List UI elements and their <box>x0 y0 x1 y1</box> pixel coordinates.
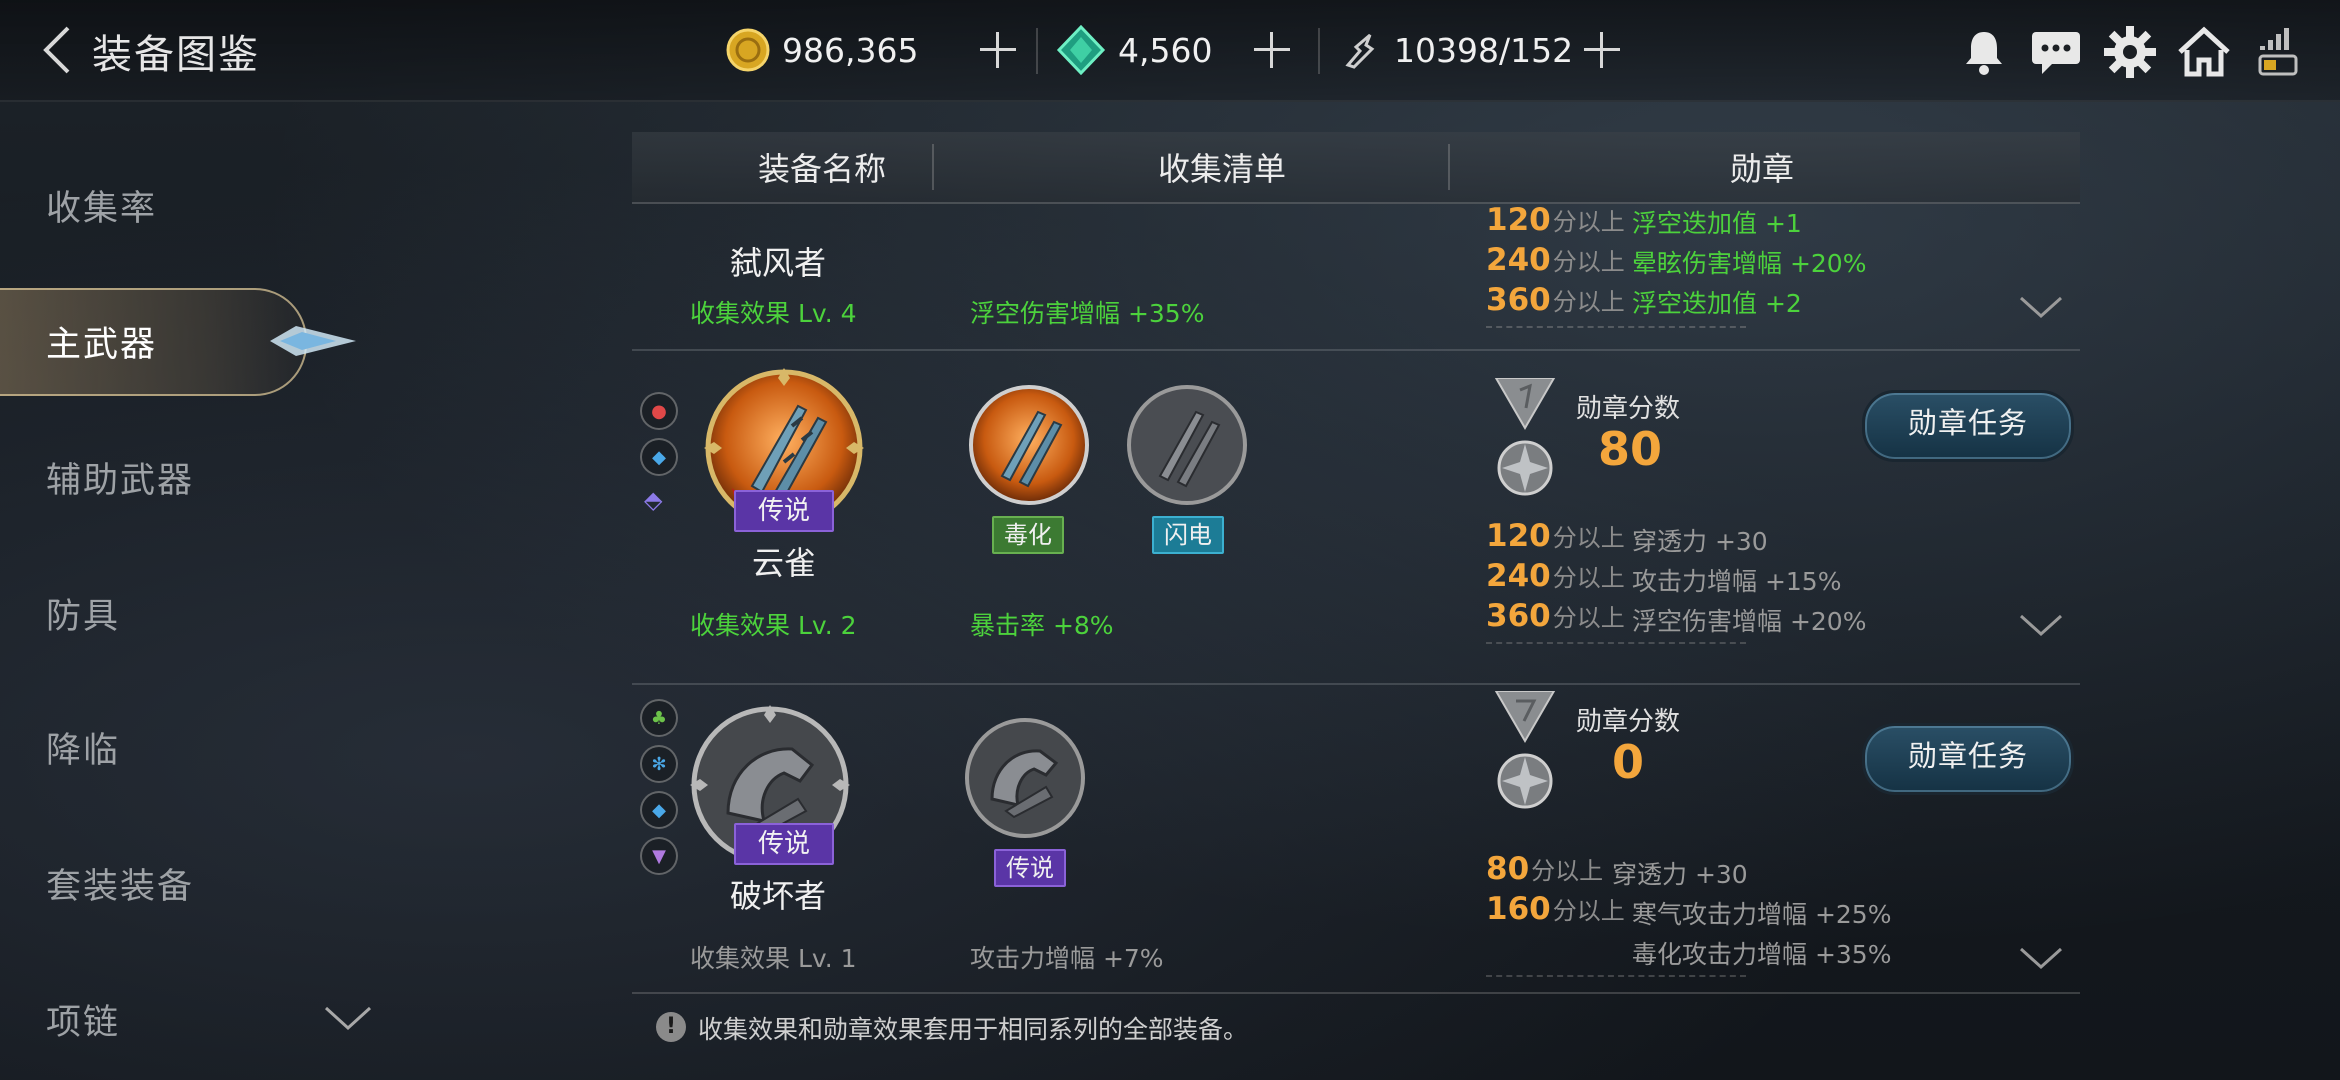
column-header-name: 装备名称 <box>757 150 886 188</box>
medal-tier-effect: 穿透力 +30 <box>1632 527 1768 556</box>
sidebar-item-armor[interactable]: 防具 <box>46 588 120 639</box>
home-icon[interactable] <box>2176 24 2232 80</box>
sidebar-item-main-weapon[interactable]: 主武器 <box>46 316 157 367</box>
medal-tier: 120 分以上 <box>1486 518 1625 554</box>
gem-icon <box>1056 25 1106 75</box>
collection-level: 收集效果 Lv. 1 <box>690 944 857 973</box>
poison-element-icon: ♣ <box>640 699 678 737</box>
uncollected-weapon-icon[interactable] <box>962 715 1088 841</box>
medal-tier-effect: 浮空伤害增幅 +20% <box>1632 607 1867 636</box>
medal-icon <box>1494 378 1556 496</box>
medal-tier-effect: 毒化攻击力增幅 +35% <box>1632 940 1892 969</box>
stamina-currency: 10398/152 <box>1340 20 1573 80</box>
medal-tier-effect: 寒气攻击力增幅 +25% <box>1632 900 1892 929</box>
medal-tier-effect: 攻击力增幅 +15% <box>1632 567 1842 596</box>
divider <box>932 144 934 190</box>
table-row[interactable]: ♣ ✻ ◆ ▼ 传说 破坏者 收集效果 Lv. 1 传说 攻击力增幅 +7% 勋… <box>632 683 2080 992</box>
medal-tier-effect: 浮空迭加值 +1 <box>1632 209 1802 238</box>
grade-tag: 传说 <box>994 849 1066 887</box>
medal-tier: 360 分以上 <box>1486 282 1625 318</box>
element-tag: 毒化 <box>992 516 1064 554</box>
sidebar-item-set-equipment[interactable]: 套装装备 <box>46 858 194 909</box>
collection-effect: 浮空伤害增幅 +35% <box>970 299 1205 328</box>
collected-weapon-icon[interactable] <box>966 382 1092 508</box>
table-row[interactable]: ● ◆ ⬘ 传说 云雀 收集效果 Lv. 2 毒化 闪电 暴击率 +8% 勋章分… <box>632 350 2080 685</box>
equipment-list[interactable]: 弑风者 收集效果 Lv. 4 浮空伤害增幅 +35% 120 分以上 浮空迭加值 … <box>632 202 2080 992</box>
divider <box>1448 144 1450 190</box>
column-header-medal: 勋章 <box>1729 150 1794 188</box>
collection-level: 收集效果 Lv. 2 <box>690 611 857 640</box>
sidebar-item-sub-weapon[interactable]: 辅助武器 <box>46 452 194 503</box>
table-header: 装备名称 收集清单 勋章 <box>632 132 2080 204</box>
medal-score: 0 <box>1612 735 1645 789</box>
collection-effect: 暴击率 +8% <box>970 611 1114 640</box>
chevron-down-icon[interactable] <box>322 1002 374 1032</box>
medal-tier: 80 分以上 <box>1486 851 1604 887</box>
sidebar-item-necklace[interactable]: 项链 <box>46 994 120 1045</box>
divider <box>1036 28 1038 74</box>
bell-icon[interactable] <box>1956 24 2012 80</box>
medal-tier-effect: 浮空迭加值 +2 <box>1632 289 1802 318</box>
active-pointer-icon <box>270 326 356 356</box>
chevron-down-icon[interactable] <box>2018 945 2064 971</box>
chevron-down-icon[interactable] <box>2018 294 2064 320</box>
medal-score-label: 勋章分数 <box>1576 394 1681 424</box>
back-arrow-icon[interactable] <box>36 24 80 76</box>
medal-tier-effect: 穿透力 +30 <box>1612 860 1748 889</box>
chat-icon[interactable] <box>2028 24 2084 80</box>
divider <box>632 992 2080 994</box>
wind-element-icon: ◆ <box>640 438 678 476</box>
wind-element-icon: ◆ <box>640 791 678 829</box>
medal-quest-button[interactable]: 勋章任务 <box>1862 723 2074 795</box>
fire-element-icon: ● <box>640 392 678 430</box>
chevron-down-icon[interactable] <box>2018 612 2064 638</box>
medal-quest-button[interactable]: 勋章任务 <box>1862 390 2074 462</box>
footer-note: 收集效果和勋章效果套用于相同系列的全部装备。 <box>698 1015 1249 1044</box>
element-tag: 闪电 <box>1152 516 1224 554</box>
gold-currency: 986,365 <box>726 20 918 80</box>
sidebar-item-descent[interactable]: 降临 <box>46 722 120 773</box>
rank-icon: ▼ <box>640 837 678 875</box>
sidebar-item-collection-rate[interactable]: 收集率 <box>46 180 157 231</box>
medal-tier: 120 分以上 <box>1486 202 1625 238</box>
medal-tier: 360 分以上 <box>1486 598 1625 634</box>
item-name: 弑风者 <box>729 244 826 282</box>
gem-amount: 4,560 <box>1118 30 1213 70</box>
medal-score-label: 勋章分数 <box>1576 707 1681 737</box>
frost-element-icon: ✻ <box>640 745 678 783</box>
info-icon: ! <box>656 1012 686 1042</box>
medal-score: 80 <box>1598 422 1663 476</box>
top-bar: 装备图鉴 986,365 4,560 10398/152 <box>0 0 2340 102</box>
gear-icon[interactable] <box>2102 24 2158 80</box>
uncollected-weapon-icon[interactable] <box>1124 382 1250 508</box>
divider <box>1318 28 1320 74</box>
medal-icon <box>1494 691 1556 809</box>
gold-coin-icon <box>726 28 770 72</box>
item-name: 破坏者 <box>729 877 826 915</box>
stamina-icon <box>1345 33 1375 69</box>
column-header-collection-list: 收集清单 <box>1157 150 1286 188</box>
table-row[interactable]: 弑风者 收集效果 Lv. 4 浮空伤害增幅 +35% 120 分以上 浮空迭加值 … <box>632 202 2080 351</box>
medal-tier: 160 分以上 <box>1486 891 1625 927</box>
gold-amount: 986,365 <box>782 30 919 70</box>
medal-tier: 240 分以上 <box>1486 558 1625 594</box>
grade-tag: 传说 <box>734 823 834 865</box>
rank-icon: ⬘ <box>644 486 663 514</box>
signal-battery-icon <box>2258 28 2298 76</box>
collection-level: 收集效果 Lv. 4 <box>690 299 857 328</box>
medal-tier-effect: 晕眩伤害增幅 +20% <box>1632 249 1867 278</box>
medal-tier: 240 分以上 <box>1486 242 1625 278</box>
item-name: 云雀 <box>751 544 816 582</box>
more-tiers-hint <box>1486 326 1746 334</box>
gem-currency: 4,560 <box>1056 20 1212 80</box>
more-tiers-hint <box>1486 975 1746 983</box>
more-tiers-hint <box>1486 642 1746 650</box>
page-title: 装备图鉴 <box>92 32 260 78</box>
collection-effect: 攻击力增幅 +7% <box>970 944 1164 973</box>
stamina-amount: 10398/152 <box>1394 30 1574 70</box>
grade-tag: 传说 <box>734 490 834 532</box>
